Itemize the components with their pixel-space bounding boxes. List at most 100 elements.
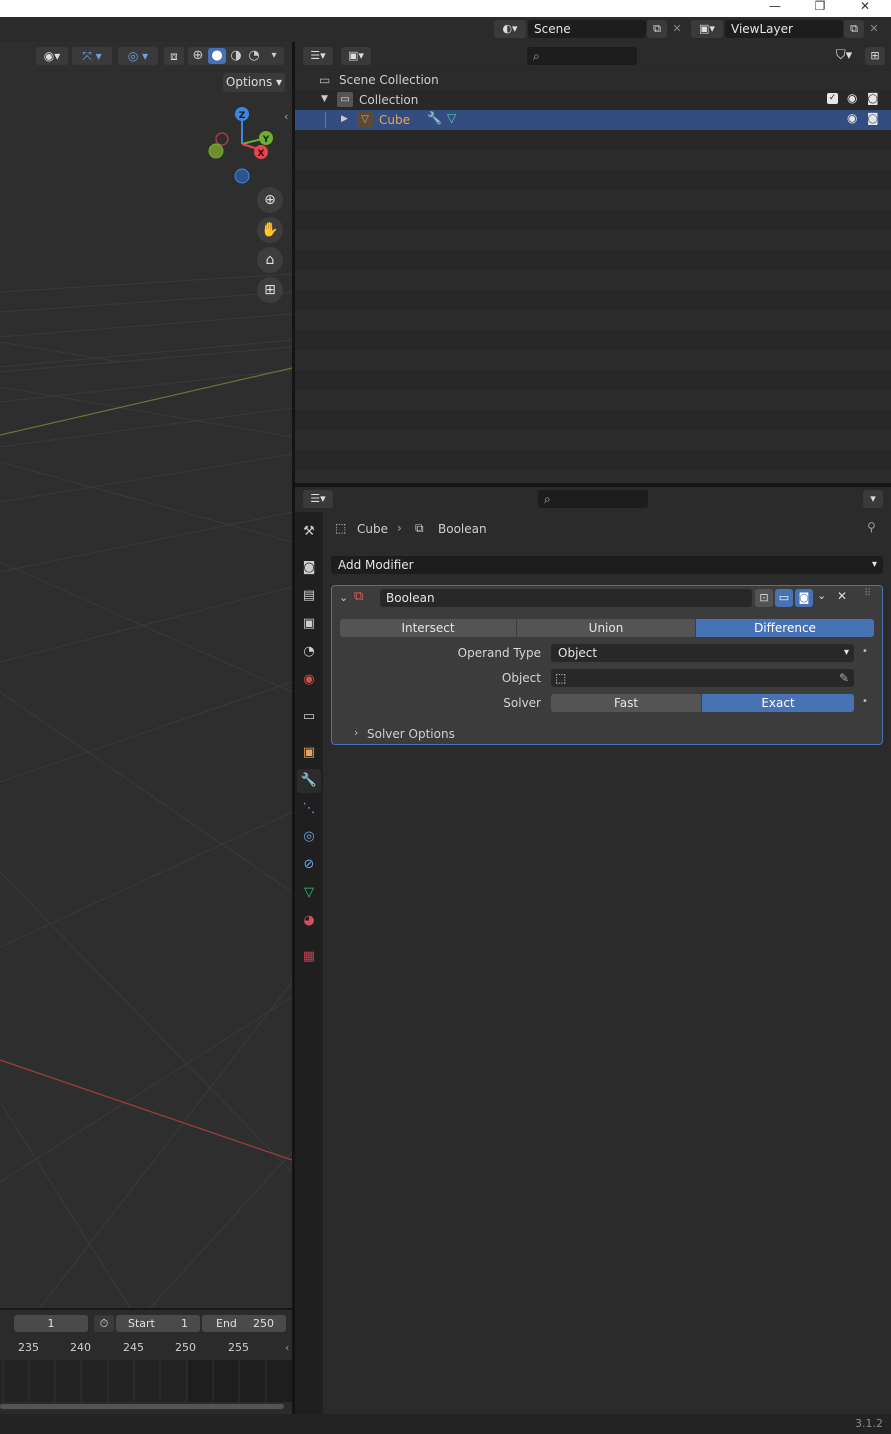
outliner-search-input[interactable]: ⌕	[527, 47, 637, 65]
expand-arrow-icon[interactable]: ▶	[341, 114, 348, 124]
end-frame-field[interactable]: End 250	[202, 1315, 286, 1332]
union-button[interactable]: Union	[517, 619, 695, 637]
shading-dropdown-icon[interactable]: ▾	[266, 48, 282, 64]
tool-tab-icon[interactable]: ⚒	[297, 520, 321, 544]
options-dropdown[interactable]: Options ▾	[223, 73, 285, 92]
viewlayer-browse-button[interactable]: ▣▾	[691, 20, 723, 38]
add-modifier-dropdown[interactable]: Add Modifier ▾	[331, 556, 883, 574]
keyframe-dot-icon[interactable]: •	[862, 646, 868, 657]
scene-name-field[interactable]: Scene	[528, 20, 646, 38]
view-layer-tab-icon[interactable]: ▣	[297, 612, 321, 636]
operand-type-dropdown[interactable]: Object ▾	[551, 644, 854, 662]
timeline-scrollbar[interactable]	[0, 1404, 284, 1409]
solid-shading-icon[interactable]: ●	[208, 48, 226, 64]
outliner-row[interactable]: ▭ Scene Collection	[295, 70, 891, 90]
properties-options-dropdown[interactable]: ▾	[863, 490, 883, 508]
scene-browse-button[interactable]: ◐▾	[494, 20, 526, 38]
filter-button[interactable]: ⛉▾	[829, 47, 859, 65]
delete-scene-icon[interactable]: ✕	[668, 20, 686, 38]
chevron-right-icon[interactable]: ›	[354, 726, 358, 739]
outliner-empty-row	[295, 250, 891, 270]
eye-icon[interactable]: ◉	[847, 111, 857, 125]
restore-button[interactable]: ❐	[805, 0, 835, 17]
drag-handle-icon[interactable]: ⠿	[864, 588, 871, 599]
minimize-button[interactable]: —	[760, 0, 790, 17]
navigation-gizmo[interactable]: Z Y X	[200, 102, 280, 192]
new-collection-icon[interactable]: ⊞	[865, 47, 885, 65]
outliner-row[interactable]: ▼ ▭ Collection ✓ ◉ ◙	[295, 90, 891, 110]
world-tab-icon[interactable]: ◉	[297, 668, 321, 692]
intersect-button[interactable]: Intersect	[340, 619, 516, 637]
material-shading-icon[interactable]: ◑	[228, 48, 244, 64]
perspective-toggle-button[interactable]: ⊞	[257, 277, 283, 303]
render-toggle-icon[interactable]: ◙	[795, 589, 813, 607]
timeline-track[interactable]	[0, 1360, 292, 1402]
modifier-wrench-icon[interactable]: 🔧	[427, 111, 442, 125]
particles-tab-icon[interactable]: ⋱	[297, 797, 321, 821]
mesh-data-icon[interactable]: ▽	[447, 111, 456, 125]
scene-tab-icon[interactable]: ◔	[297, 640, 321, 664]
stopwatch-icon[interactable]: ⏱	[94, 1315, 114, 1332]
delete-viewlayer-icon[interactable]: ✕	[865, 20, 883, 38]
editor-type-button[interactable]: ☰▾	[303, 490, 333, 508]
viewport-display-toggle-icon[interactable]: ▭	[775, 589, 793, 607]
solver-options-subpanel[interactable]: Solver Options	[367, 727, 455, 741]
display-mode-button[interactable]: ▣▾	[341, 47, 371, 65]
pin-icon[interactable]: ⚲	[867, 520, 876, 534]
zoom-button[interactable]: ⊕	[257, 187, 283, 213]
outliner-empty-row	[295, 370, 891, 390]
search-icon: ⌕	[533, 49, 540, 63]
pan-button[interactable]: ✋	[257, 217, 283, 243]
keyframe-dot-icon[interactable]: •	[862, 696, 868, 707]
visibility-dropdown[interactable]: ◉▾	[36, 47, 68, 65]
exclude-checkbox[interactable]: ✓	[827, 93, 838, 104]
modifier-name-field[interactable]: Boolean	[380, 589, 752, 607]
outliner-row-selected[interactable]: ▶ ▽ Cube 🔧 ▽ ◉ ◙	[295, 110, 891, 130]
camera-view-button[interactable]: ⌂	[257, 247, 283, 273]
close-window-button[interactable]: ✕	[850, 0, 880, 17]
physics-tab-icon[interactable]: ◎	[297, 825, 321, 849]
wireframe-shading-icon[interactable]: ⊕	[190, 48, 206, 64]
constraints-tab-icon[interactable]: ⊘	[297, 853, 321, 877]
xray-toggle[interactable]: ⧈	[164, 47, 184, 65]
material-tab-icon[interactable]: ◕	[297, 909, 321, 933]
output-tab-icon[interactable]: ▤	[297, 584, 321, 608]
current-frame-field[interactable]: 1	[14, 1315, 88, 1332]
rendered-shading-icon[interactable]: ◔	[246, 48, 262, 64]
data-tab-icon[interactable]: ▽	[297, 881, 321, 905]
object-picker-field[interactable]: ⬚ ✎	[551, 669, 854, 687]
properties-search-input[interactable]: ⌕	[538, 490, 648, 508]
object-tab-icon[interactable]: ▣	[297, 741, 321, 765]
difference-button[interactable]: Difference	[696, 619, 874, 637]
3d-viewport[interactable]: ◉▾ ⤧ ▾ ◎ ▾ ⧈ ⊕ ● ◑ ◔ ▾ Options ▾ ‹ Z Y X…	[0, 42, 292, 1308]
start-frame-field[interactable]: Start 1	[116, 1315, 200, 1332]
collection-tab-icon[interactable]: ▭	[297, 705, 321, 729]
viewlayer-name-field[interactable]: ViewLayer	[725, 20, 843, 38]
timeline-expand-icon[interactable]: ‹	[285, 1341, 289, 1354]
options-label: Options	[225, 75, 273, 89]
remove-modifier-icon[interactable]: ✕	[837, 589, 847, 603]
outliner-empty-row	[295, 130, 891, 150]
new-viewlayer-icon[interactable]: ⧉	[844, 20, 864, 38]
eyedropper-icon[interactable]: ✎	[839, 669, 849, 687]
render-tab-icon[interactable]: ◙	[297, 556, 321, 580]
boolean-modifier-panel: ⌄ ⧉ Boolean ⊡ ▭ ◙ ⌄ ✕ ⠿ Intersect Union …	[331, 585, 883, 745]
eye-icon[interactable]: ◉	[847, 91, 857, 105]
editor-type-button[interactable]: ☰▾	[303, 47, 333, 65]
gizmo-toggle[interactable]: ⤧ ▾	[72, 47, 112, 65]
exact-solver-button[interactable]: Exact	[702, 694, 854, 712]
camera-icon[interactable]: ◙	[867, 91, 879, 105]
modifier-extras-dropdown-icon[interactable]: ⌄	[817, 589, 826, 602]
texture-tab-icon[interactable]: ▦	[297, 945, 321, 969]
modifier-tab-icon[interactable]: 🔧	[297, 769, 321, 793]
frame-ruler[interactable]: 235 240 245 250 255 ‹	[0, 1338, 292, 1358]
sidebar-toggle-icon[interactable]: ‹	[284, 110, 288, 123]
collapse-chevron-icon[interactable]: ⌄	[339, 591, 348, 604]
fast-solver-button[interactable]: Fast	[551, 694, 701, 712]
overlays-toggle[interactable]: ◎ ▾	[118, 47, 158, 65]
new-scene-icon[interactable]: ⧉	[647, 20, 667, 38]
edit-mode-toggle-icon[interactable]: ⊡	[755, 589, 773, 607]
outliner-empty-row	[295, 350, 891, 370]
collapse-arrow-icon[interactable]: ▼	[321, 94, 328, 104]
camera-icon[interactable]: ◙	[867, 111, 879, 125]
